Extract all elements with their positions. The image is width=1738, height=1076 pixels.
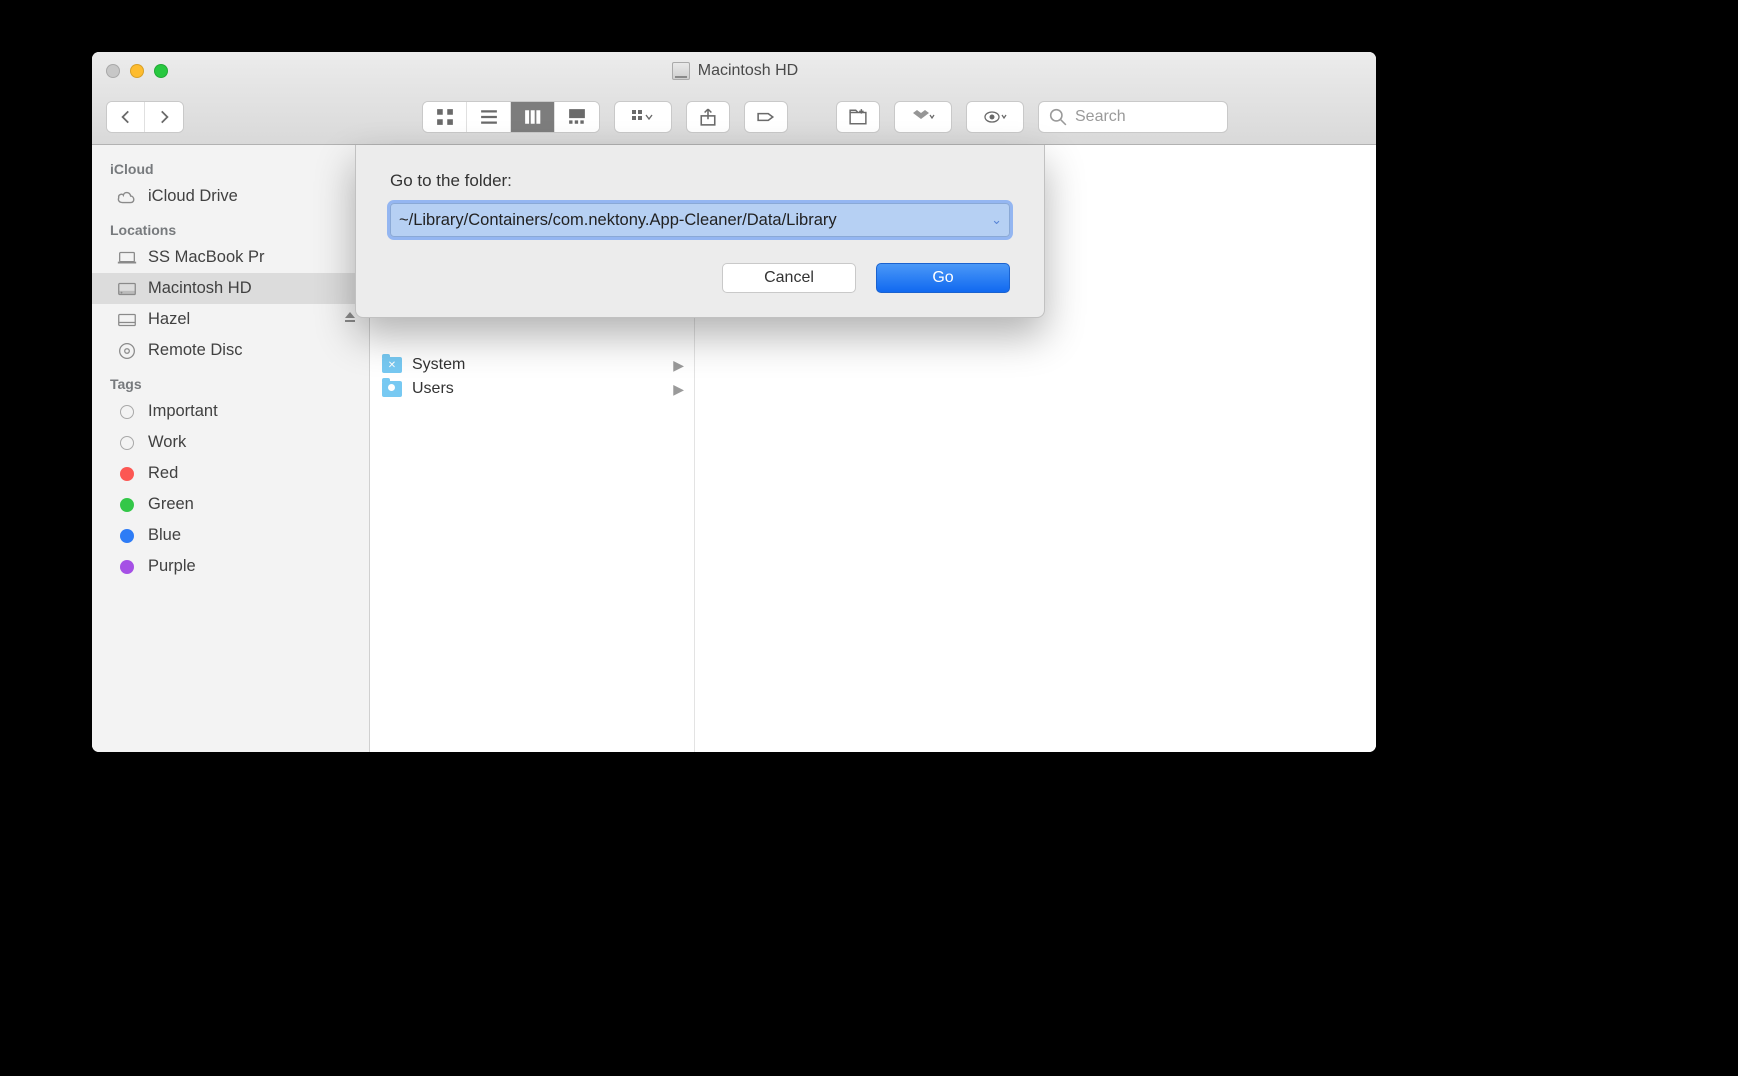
minimize-button[interactable] — [130, 64, 144, 78]
sidebar-tag-green[interactable]: Green — [92, 489, 369, 520]
group-by-button[interactable] — [615, 102, 671, 132]
dropbox-group — [894, 101, 952, 133]
sidebar-tag-red[interactable]: Red — [92, 458, 369, 489]
toolbar: Search — [92, 90, 1376, 144]
sidebar-item-label: Blue — [148, 526, 181, 545]
sidebar-item-label: Important — [148, 402, 218, 421]
hard-drive-icon — [116, 280, 138, 298]
folder-system[interactable]: System ▶ — [370, 353, 694, 377]
sidebar-item-label: Remote Disc — [148, 341, 242, 360]
sidebar-tag-work[interactable]: Work — [92, 427, 369, 458]
dialog-label: Go to the folder: — [390, 171, 1010, 191]
folder-icon — [382, 381, 402, 397]
tag-circle-icon — [116, 434, 138, 452]
path-input[interactable] — [390, 203, 1010, 237]
cancel-label: Cancel — [764, 269, 814, 287]
cancel-button[interactable]: Cancel — [722, 263, 856, 293]
folder-icon — [382, 357, 402, 373]
folder-label: System — [412, 356, 465, 374]
sidebar-item-label: SS MacBook Pr — [148, 248, 264, 267]
sidebar-tag-important[interactable]: Important — [92, 396, 369, 427]
disc-icon — [116, 342, 138, 360]
tag-circle-icon — [116, 558, 138, 576]
sidebar-item-label: iCloud Drive — [148, 187, 238, 206]
back-button[interactable] — [107, 102, 145, 132]
sidebar-tag-purple[interactable]: Purple — [92, 551, 369, 582]
finder-window: Macintosh HD — [92, 52, 1376, 752]
chevron-right-icon: ▶ — [673, 357, 684, 374]
sidebar-tag-blue[interactable]: Blue — [92, 520, 369, 551]
quick-look-button[interactable] — [967, 102, 1023, 132]
nav-group — [106, 101, 184, 133]
dialog-buttons: Cancel Go — [390, 263, 1010, 293]
tag-circle-icon — [116, 465, 138, 483]
titlebar: Macintosh HD — [92, 52, 1376, 145]
sidebar-item-label: Red — [148, 464, 178, 483]
dropbox-button[interactable] — [895, 102, 951, 132]
go-button[interactable]: Go — [876, 263, 1010, 293]
share-button[interactable] — [687, 102, 729, 132]
sidebar-item-label: Hazel — [148, 310, 190, 329]
zoom-button[interactable] — [154, 64, 168, 78]
sidebar-item-hazel[interactable]: Hazel — [92, 304, 369, 335]
group-by-group — [614, 101, 672, 133]
traffic-lights — [106, 64, 168, 78]
sidebar-section-icloud: iCloud — [92, 151, 369, 181]
list-view-button[interactable] — [467, 102, 511, 132]
icon-view-button[interactable] — [423, 102, 467, 132]
share-group — [686, 101, 730, 133]
hard-drive-icon — [672, 62, 690, 80]
sidebar-item-label: Green — [148, 495, 194, 514]
external-drive-icon — [116, 311, 138, 329]
go-to-folder-dialog: Go to the folder: ⌄ Cancel Go — [355, 145, 1045, 318]
tag-circle-icon — [116, 527, 138, 545]
search-placeholder: Search — [1075, 108, 1126, 126]
cloud-icon — [116, 188, 138, 206]
laptop-icon — [116, 249, 138, 267]
sidebar-item-icloud-drive[interactable]: iCloud Drive — [92, 181, 369, 212]
sidebar-item-macintosh-hd[interactable]: Macintosh HD — [92, 273, 369, 304]
folder-label: Users — [412, 380, 454, 398]
forward-button[interactable] — [145, 102, 183, 132]
sidebar-item-label: Purple — [148, 557, 196, 576]
tags-group — [744, 101, 788, 133]
view-mode-group — [422, 101, 600, 133]
close-button[interactable] — [106, 64, 120, 78]
tags-button[interactable] — [745, 102, 787, 132]
path-field-wrap: ⌄ — [390, 203, 1010, 237]
sidebar-item-remote-disc[interactable]: Remote Disc — [92, 335, 369, 366]
folder-users[interactable]: Users ▶ — [370, 377, 694, 401]
sidebar-section-locations: Locations — [92, 212, 369, 242]
gallery-view-button[interactable] — [555, 102, 599, 132]
go-label: Go — [932, 269, 953, 287]
window-title: Macintosh HD — [168, 62, 1302, 80]
action-group — [966, 101, 1024, 133]
sidebar: iCloud iCloud Drive Locations SS MacBook… — [92, 145, 370, 752]
column-view-button[interactable] — [511, 102, 555, 132]
window-title-text: Macintosh HD — [698, 62, 798, 80]
chevron-right-icon: ▶ — [673, 381, 684, 398]
search-icon — [1049, 108, 1067, 126]
titlebar-top: Macintosh HD — [92, 52, 1376, 90]
sidebar-item-label: Work — [148, 433, 186, 452]
dropdown-icon[interactable]: ⌄ — [991, 212, 1002, 228]
sidebar-item-ss-macbook[interactable]: SS MacBook Pr — [92, 242, 369, 273]
tag-circle-icon — [116, 403, 138, 421]
sidebar-section-tags: Tags — [92, 366, 369, 396]
tag-circle-icon — [116, 496, 138, 514]
search-box[interactable]: Search — [1038, 101, 1228, 133]
sidebar-item-label: Macintosh HD — [148, 279, 252, 298]
new-folder-group — [836, 101, 880, 133]
new-folder-button[interactable] — [837, 102, 879, 132]
